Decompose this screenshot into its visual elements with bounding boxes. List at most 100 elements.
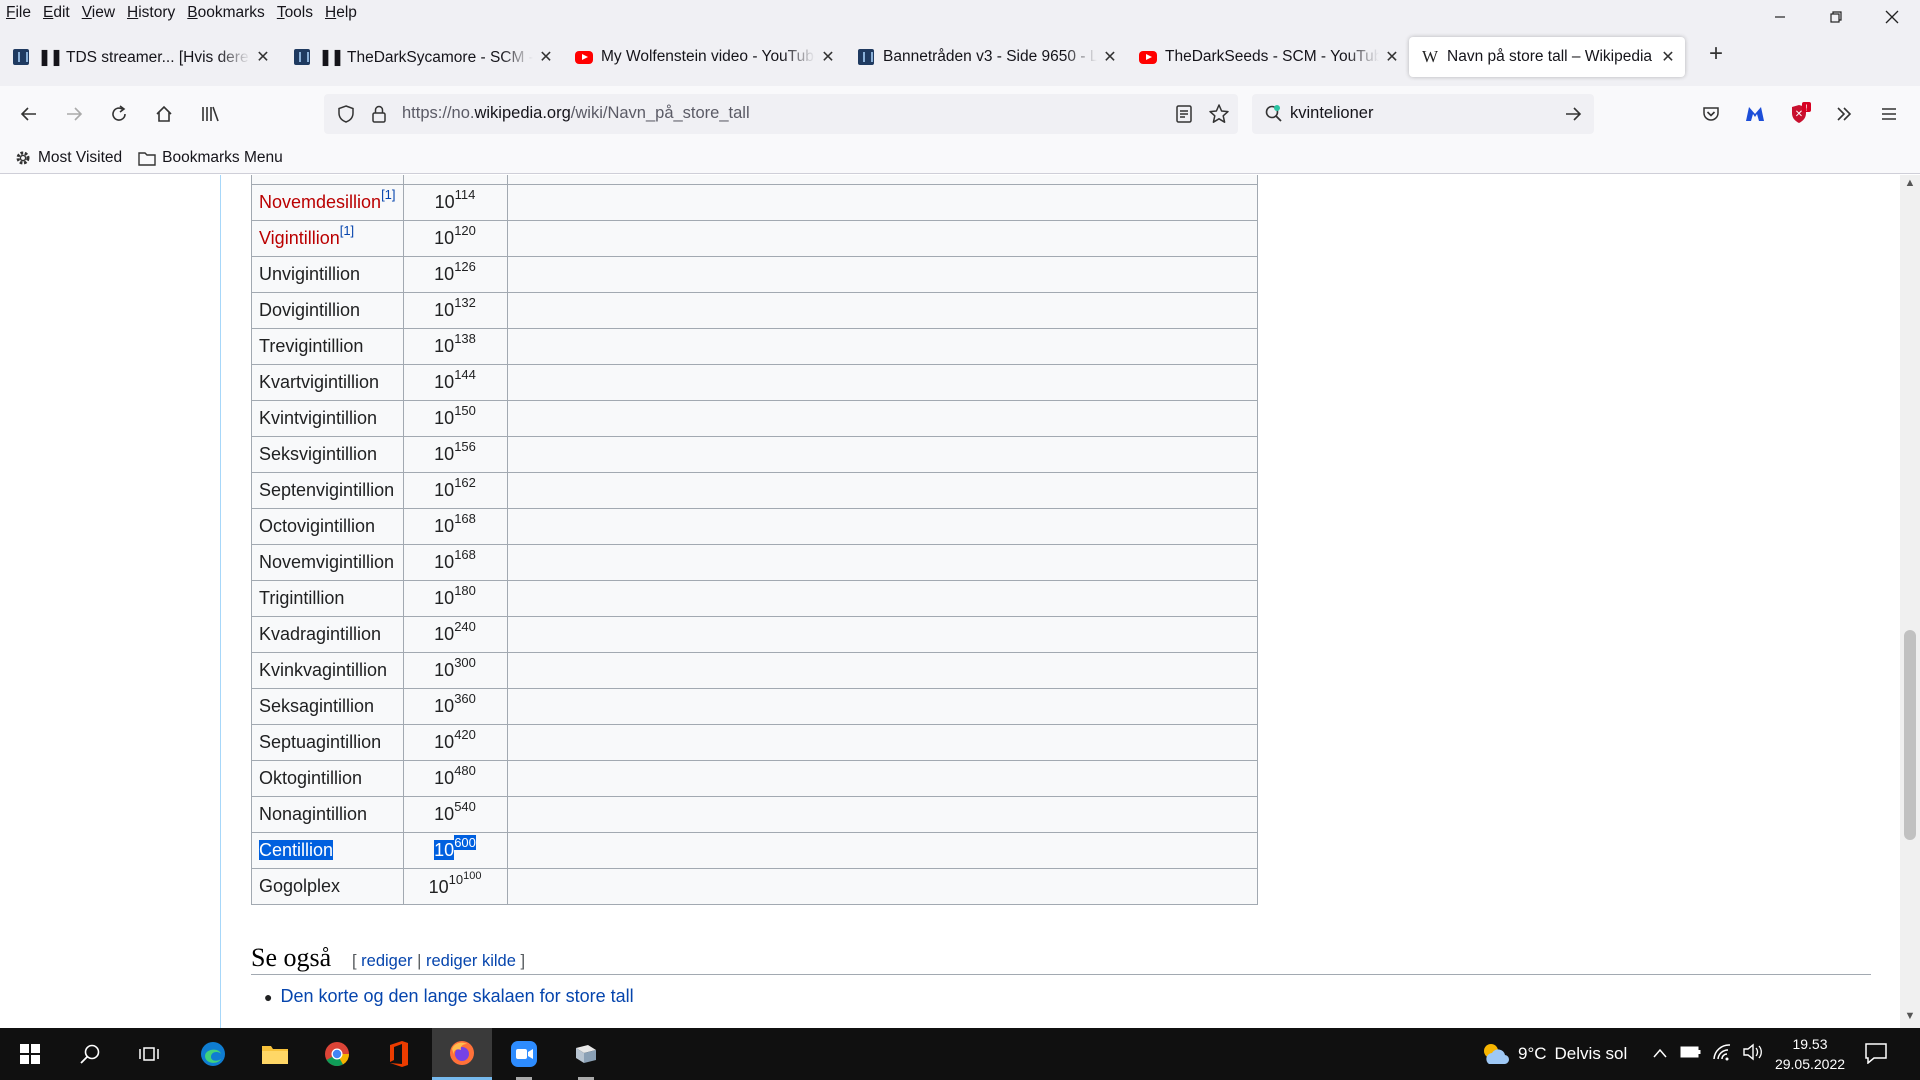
minimize-button[interactable] xyxy=(1752,0,1808,34)
reader-view-icon[interactable] xyxy=(1174,104,1194,124)
close-tab-icon[interactable]: ✕ xyxy=(1383,47,1401,67)
back-button[interactable] xyxy=(13,98,45,130)
battery-icon[interactable] xyxy=(1680,1045,1702,1063)
volume-icon[interactable] xyxy=(1742,1043,1764,1065)
forward-button[interactable] xyxy=(58,98,90,130)
search-input[interactable]: kvintelioner xyxy=(1290,104,1373,123)
tab-thedarksycamore[interactable]: ❚❚ TheDarkSycamore - SCM - D ✕ xyxy=(281,40,563,74)
edit-source-link[interactable]: rediger kilde xyxy=(426,952,516,970)
tab-title: My Wolfenstein video - YouTube xyxy=(601,48,815,65)
svg-text:✕: ✕ xyxy=(1795,109,1803,120)
menu-view[interactable]: View xyxy=(76,0,121,26)
go-arrow-icon[interactable] xyxy=(1564,105,1582,123)
wifi-icon[interactable] xyxy=(1712,1043,1732,1065)
scroll-down-icon[interactable]: ▼ xyxy=(1900,1010,1920,1026)
menu-edit[interactable]: Edit xyxy=(37,0,76,26)
number-name-cell: Septuagintillion xyxy=(251,724,404,761)
page-content: Oktodesillion[1]10108Novemdesillion[1]10… xyxy=(0,175,1900,1028)
close-tab-icon[interactable]: ✕ xyxy=(819,47,837,67)
tab-tds-streamer[interactable]: ❚❚ TDS streamer... [Hvis dere vil ✕ xyxy=(0,40,280,74)
tab-wolfenstein-video[interactable]: My Wolfenstein video - YouTube ✕ xyxy=(563,40,845,74)
tab-bannetraden[interactable]: Bannetråden v3 - Side 9650 - Le ✕ xyxy=(845,40,1127,74)
number-name: Kvartvigintillion xyxy=(259,372,380,392)
new-tab-button[interactable]: + xyxy=(1700,38,1732,70)
taskbar-edge[interactable] xyxy=(183,1028,243,1080)
reload-button[interactable] xyxy=(103,98,135,130)
url-bar[interactable]: https://no.wikipedia.org/wiki/Navn_på_st… xyxy=(324,94,1238,134)
lock-icon[interactable] xyxy=(370,104,388,124)
scroll-up-icon[interactable]: ▲ xyxy=(1900,177,1920,193)
power-cell: 10420 xyxy=(402,724,508,761)
power-base: 10 xyxy=(434,444,455,464)
table-row: Kvadragintillion 10240 xyxy=(251,616,1258,653)
bookmark-most-visited[interactable]: Most Visited xyxy=(14,149,122,167)
empty-cell xyxy=(506,760,1258,797)
url-prefix: https://no. xyxy=(402,104,475,122)
gear-icon xyxy=(14,149,32,167)
search-bar[interactable]: kvintelioner xyxy=(1252,94,1594,134)
edit-bracket-open: [ xyxy=(352,952,362,970)
number-name: Novemvigintillion xyxy=(259,552,395,572)
scrollbar-thumb[interactable] xyxy=(1904,630,1916,840)
power-cell: 10168 xyxy=(402,544,508,581)
edit-link[interactable]: rediger xyxy=(361,952,412,970)
pocket-button[interactable] xyxy=(1695,98,1727,130)
task-view-button[interactable] xyxy=(120,1028,180,1080)
close-tab-icon[interactable]: ✕ xyxy=(537,47,555,67)
number-name: Centillion xyxy=(259,840,334,860)
bookmark-bookmarks-menu[interactable]: Bookmarks Menu xyxy=(138,149,283,167)
overflow-menu-button[interactable] xyxy=(1828,98,1860,130)
chevron-up-icon[interactable] xyxy=(1652,1046,1668,1063)
number-name-cell: Octovigintillion xyxy=(251,508,404,545)
power-exponent: 540 xyxy=(454,799,476,814)
taskbar-search-button[interactable] xyxy=(60,1028,120,1080)
navigation-toolbar: https://no.wikipedia.org/wiki/Navn_på_st… xyxy=(0,86,1920,142)
extension-m-button[interactable] xyxy=(1739,98,1771,130)
weather-widget[interactable]: 9°C Delvis sol xyxy=(1480,1028,1627,1080)
number-name: Dovigintillion xyxy=(259,300,361,320)
bookmark-star-icon[interactable] xyxy=(1208,103,1230,125)
tab-thedarkseeds[interactable]: TheDarkSeeds - SCM - YouTube ✕ xyxy=(1127,40,1409,74)
menu-file[interactable]: File xyxy=(0,0,37,26)
close-tab-icon[interactable]: ✕ xyxy=(254,47,272,67)
folder-icon xyxy=(138,150,156,166)
library-button[interactable] xyxy=(194,98,226,130)
number-name-cell: Kvadragintillion xyxy=(251,616,404,653)
vertical-scrollbar[interactable]: ▲ ▼ xyxy=(1900,175,1920,1028)
reference-link[interactable]: [1] xyxy=(381,187,395,202)
app-menu-button[interactable] xyxy=(1873,98,1905,130)
restore-button[interactable] xyxy=(1808,0,1864,34)
table-row: Nonagintillion 10540 xyxy=(251,796,1258,833)
empty-cell xyxy=(506,688,1258,725)
power-cell: 10108 xyxy=(402,175,508,185)
shield-icon[interactable] xyxy=(336,104,356,124)
scm-icon xyxy=(857,48,875,66)
taskbar-zoom[interactable] xyxy=(494,1028,554,1080)
menu-help[interactable]: Help xyxy=(319,0,363,26)
number-name[interactable]: Vigintillion xyxy=(259,228,340,248)
home-button[interactable] xyxy=(148,98,180,130)
system-clock[interactable]: 19.53 29.05.2022 xyxy=(1770,1034,1850,1074)
taskbar-firefox[interactable] xyxy=(432,1028,492,1080)
weather-temperature: 9°C xyxy=(1518,1044,1547,1063)
see-also-link[interactable]: Den korte og den lange skalaen for store… xyxy=(280,986,633,1007)
tab-wikipedia-active[interactable]: W Navn på store tall – Wikipedia ✕ xyxy=(1409,37,1685,77)
ublock-button[interactable]: ✕! xyxy=(1784,98,1816,130)
menu-bookmarks[interactable]: Bookmarks xyxy=(181,0,271,26)
number-name[interactable]: Novemdesillion xyxy=(259,192,381,212)
taskbar-chrome[interactable] xyxy=(307,1028,367,1080)
close-tab-icon[interactable]: ✕ xyxy=(1101,47,1119,67)
close-window-button[interactable] xyxy=(1864,0,1920,34)
taskbar-file-explorer[interactable] xyxy=(245,1028,305,1080)
close-tab-icon[interactable]: ✕ xyxy=(1659,47,1677,67)
taskbar-app[interactable] xyxy=(556,1028,616,1080)
menu-tools[interactable]: Tools xyxy=(271,0,319,26)
notification-center-button[interactable] xyxy=(1864,1042,1888,1068)
taskbar-office[interactable] xyxy=(369,1028,429,1080)
search-icon xyxy=(80,1044,100,1064)
menu-history[interactable]: History xyxy=(121,0,181,26)
start-button[interactable] xyxy=(0,1028,60,1080)
reference-link[interactable]: [1] xyxy=(340,223,354,238)
number-name: Kvadragintillion xyxy=(259,624,382,644)
zoom-icon xyxy=(511,1041,537,1067)
